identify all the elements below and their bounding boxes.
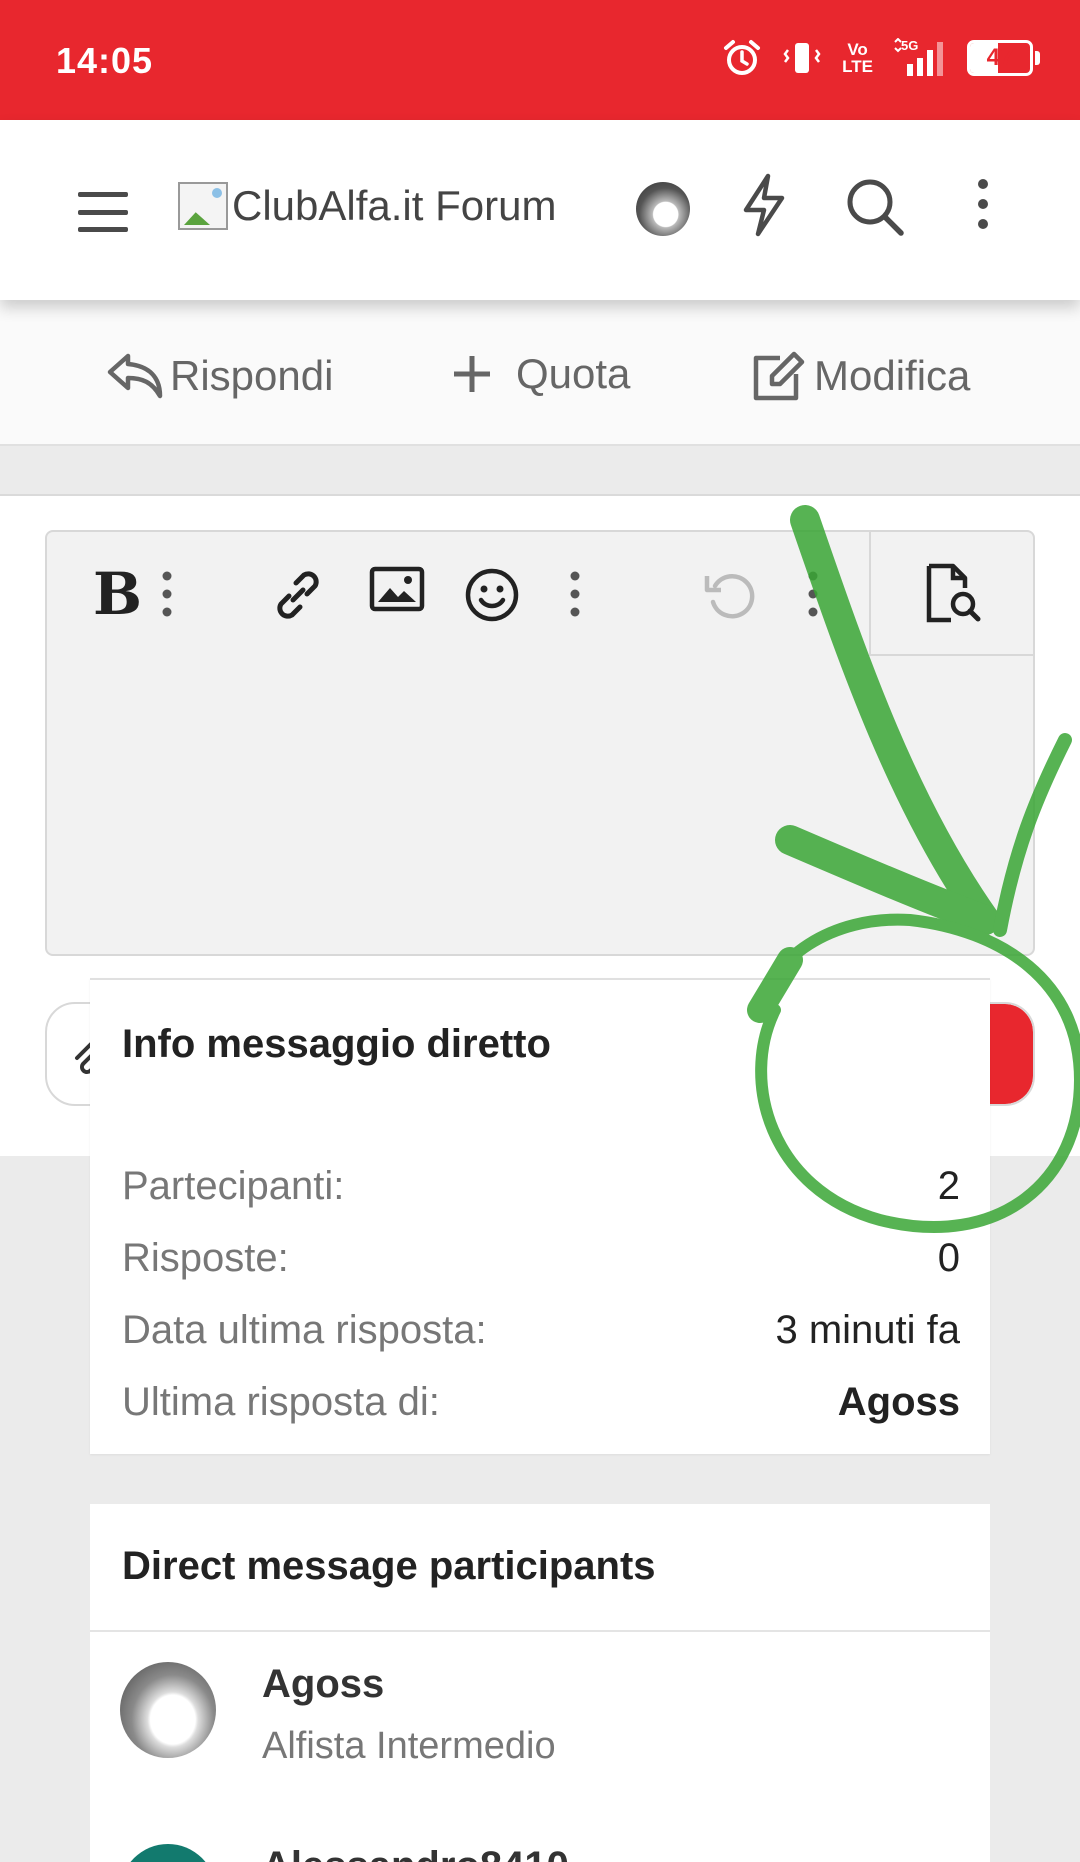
hamburger-menu-icon[interactable] xyxy=(78,192,128,232)
participant-item[interactable]: Agoss Alfista Intermedio xyxy=(120,1662,556,1768)
post-actions-bar: Rispondi Quota Modifica xyxy=(0,300,1080,446)
signal-5g-icon: 5G xyxy=(893,38,947,78)
quote-button[interactable]: Quota xyxy=(452,350,630,398)
more-vertical-icon[interactable] xyxy=(968,176,998,241)
battery-icon: 47 xyxy=(967,40,1040,76)
avatar[interactable] xyxy=(120,1844,216,1862)
info-label: Risposte: xyxy=(122,1235,289,1280)
editor-toolbar: B xyxy=(47,532,1033,656)
info-row-last-reply-date: Data ultima risposta: 3 minuti fa xyxy=(122,1294,960,1366)
image-icon[interactable] xyxy=(369,566,425,612)
info-label: Data ultima risposta: xyxy=(122,1307,487,1352)
quote-label: Quota xyxy=(516,350,631,397)
reply-icon xyxy=(107,353,163,399)
bold-icon[interactable]: B xyxy=(93,560,142,628)
user-avatar[interactable] xyxy=(636,182,690,236)
volte-icon: Vo LTE xyxy=(842,40,873,76)
more-options-icon[interactable] xyxy=(565,566,585,622)
undo-icon[interactable] xyxy=(701,566,759,624)
participant-rank: Alfista Intermedio xyxy=(262,1725,556,1767)
participant-item[interactable]: Alessandro8410 xyxy=(120,1844,569,1862)
info-value: 3 minuti fa xyxy=(775,1307,960,1352)
more-options-icon[interactable] xyxy=(803,566,823,622)
link-icon[interactable] xyxy=(269,566,327,624)
status-time: 14:05 xyxy=(56,40,154,81)
alarm-icon xyxy=(722,38,762,78)
site-logo[interactable]: ClubAlfa.it Forum xyxy=(178,182,556,230)
info-row-last-reply-by: Ultima risposta di: Agoss xyxy=(122,1366,960,1438)
info-row-replies: Risposte: 0 xyxy=(122,1222,960,1294)
battery-level: 47 xyxy=(986,44,1014,71)
participants-title: Direct message participants xyxy=(90,1504,990,1632)
plus-icon xyxy=(454,356,490,392)
divider xyxy=(0,446,1080,496)
last-reply-user-link[interactable]: Agoss xyxy=(838,1380,960,1425)
info-value: 2 xyxy=(937,1163,960,1208)
edit-label: Modifica xyxy=(814,352,971,399)
preview-icon[interactable] xyxy=(869,532,1033,656)
svg-text:5G: 5G xyxy=(901,38,918,53)
more-options-icon[interactable] xyxy=(157,566,177,622)
direct-message-info-card: Info messaggio diretto Partecipanti: 2 R… xyxy=(90,978,990,1454)
send-button[interactable] xyxy=(987,1004,1033,1104)
rich-text-editor[interactable]: B xyxy=(45,530,1035,956)
status-bar: 14:05 Vo LTE 5G 47 xyxy=(0,0,1080,120)
info-list: Partecipanti: 2 Risposte: 0 Data ultima … xyxy=(122,1150,960,1438)
edit-icon xyxy=(753,351,805,401)
participant-name[interactable]: Alessandro8410 xyxy=(262,1844,569,1862)
edit-button[interactable]: Modifica xyxy=(750,350,970,402)
info-row-participants: Partecipanti: 2 xyxy=(122,1150,960,1222)
info-label: Partecipanti: xyxy=(122,1163,345,1208)
vibrate-icon xyxy=(782,38,822,78)
reply-label: Rispondi xyxy=(170,352,334,399)
logo-text: ClubAlfa.it Forum xyxy=(232,182,557,229)
info-card-title: Info messaggio diretto xyxy=(122,1022,551,1066)
info-label: Ultima risposta di: xyxy=(122,1379,440,1424)
broken-image-icon xyxy=(178,182,228,230)
app-header: ClubAlfa.it Forum xyxy=(0,120,1080,300)
search-icon[interactable] xyxy=(844,176,906,243)
bolt-icon[interactable] xyxy=(738,172,790,243)
status-icons: Vo LTE 5G 47 xyxy=(722,38,1040,78)
emoji-icon[interactable] xyxy=(463,566,521,624)
reply-button[interactable]: Rispondi xyxy=(106,350,333,402)
participant-name[interactable]: Agoss xyxy=(262,1662,556,1707)
avatar[interactable] xyxy=(120,1662,216,1758)
info-value: 0 xyxy=(937,1235,960,1280)
participants-card: Direct message participants Agoss Alfist… xyxy=(90,1504,990,1862)
